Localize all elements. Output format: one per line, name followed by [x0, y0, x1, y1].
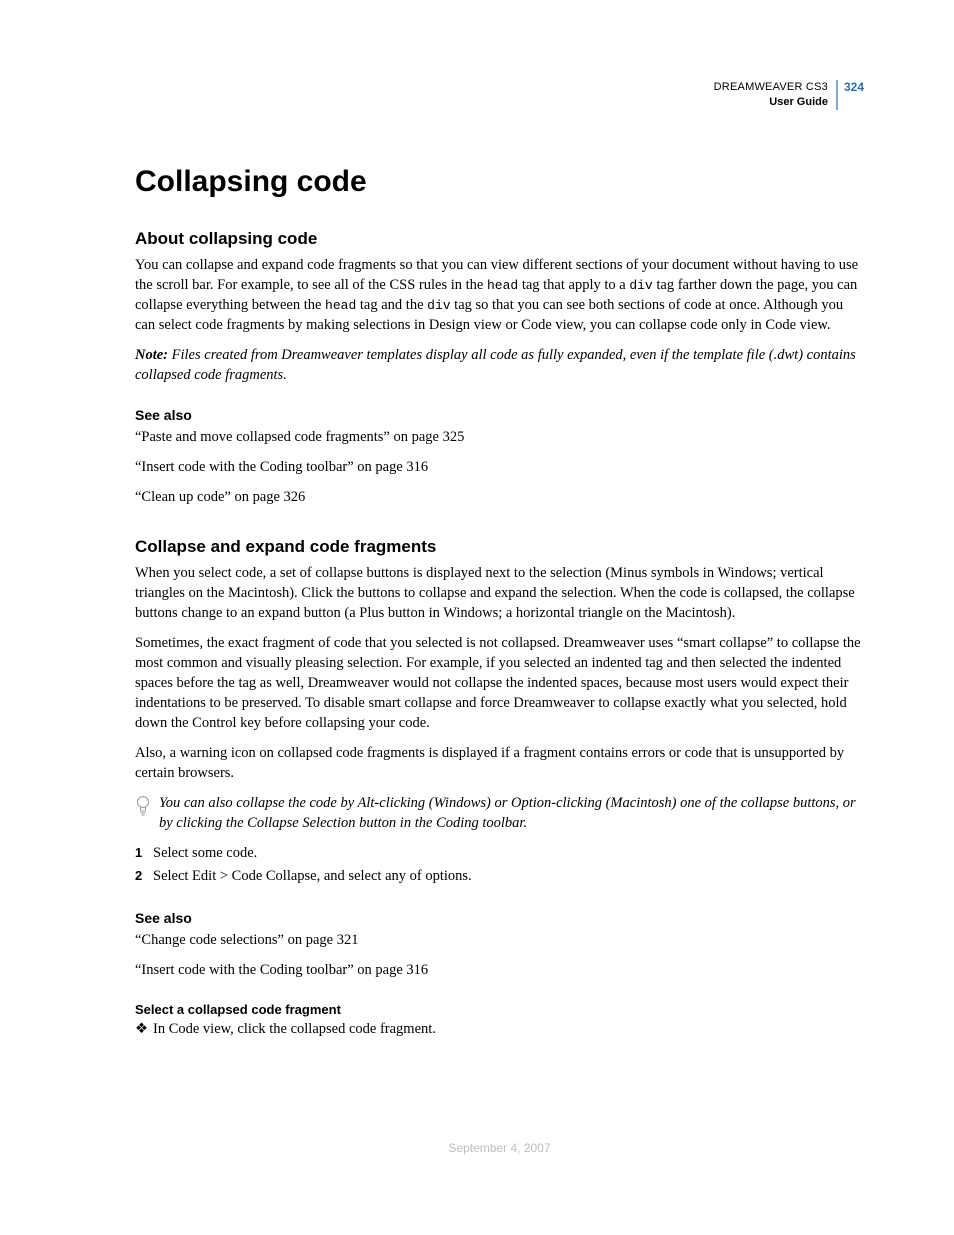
bullet-line: ❖In Code view, click the collapsed code … [135, 1019, 864, 1041]
header-guide: User Guide [714, 95, 828, 110]
tip-block: You can also collapse the code by Alt-cl… [135, 793, 864, 833]
note-body: Files created from Dreamweaver templates… [135, 347, 856, 383]
see-also-heading: See also [135, 407, 864, 423]
cross-reference: “Clean up code” on page 326 [135, 487, 864, 507]
step-item: 1Select some code. [135, 843, 864, 865]
chapter-title: Collapsing code [135, 165, 864, 199]
cross-reference: “Change code selections” on page 321 [135, 930, 864, 950]
cross-reference: “Insert code with the Coding toolbar” on… [135, 960, 864, 980]
lightbulb-icon [135, 795, 151, 822]
step-number: 2 [135, 866, 153, 888]
header-page-number: 324 [838, 80, 864, 94]
note-label: Note: [135, 347, 168, 363]
step-item: 2Select Edit > Code Collapse, and select… [135, 866, 864, 888]
running-header: DREAMWEAVER CS3 User Guide 324 [135, 80, 864, 110]
step-list: 1Select some code. 2Select Edit > Code C… [135, 843, 864, 889]
subsection-heading-select-fragment: Select a collapsed code fragment [135, 1002, 864, 1017]
header-product: DREAMWEAVER CS3 [714, 80, 828, 95]
section-heading-about: About collapsing code [135, 229, 864, 249]
body-paragraph: Also, a warning icon on collapsed code f… [135, 743, 864, 783]
diamond-bullet-icon: ❖ [135, 1019, 153, 1041]
cross-reference: “Paste and move collapsed code fragments… [135, 427, 864, 447]
inline-code: div [629, 278, 652, 293]
step-number: 1 [135, 843, 153, 865]
body-paragraph: Sometimes, the exact fragment of code th… [135, 633, 864, 733]
section-heading-collapse-expand: Collapse and expand code fragments [135, 537, 864, 557]
tip-text: You can also collapse the code by Alt-cl… [159, 793, 864, 833]
see-also-heading: See also [135, 910, 864, 926]
cross-reference: “Insert code with the Coding toolbar” on… [135, 457, 864, 477]
body-paragraph: When you select code, a set of collapse … [135, 563, 864, 623]
inline-code: head [325, 298, 356, 313]
footer-date: September 4, 2007 [135, 1141, 864, 1155]
note-paragraph: Note: Files created from Dreamweaver tem… [135, 345, 864, 385]
inline-code: div [427, 298, 450, 313]
body-paragraph: You can collapse and expand code fragmen… [135, 255, 864, 335]
inline-code: head [487, 278, 518, 293]
